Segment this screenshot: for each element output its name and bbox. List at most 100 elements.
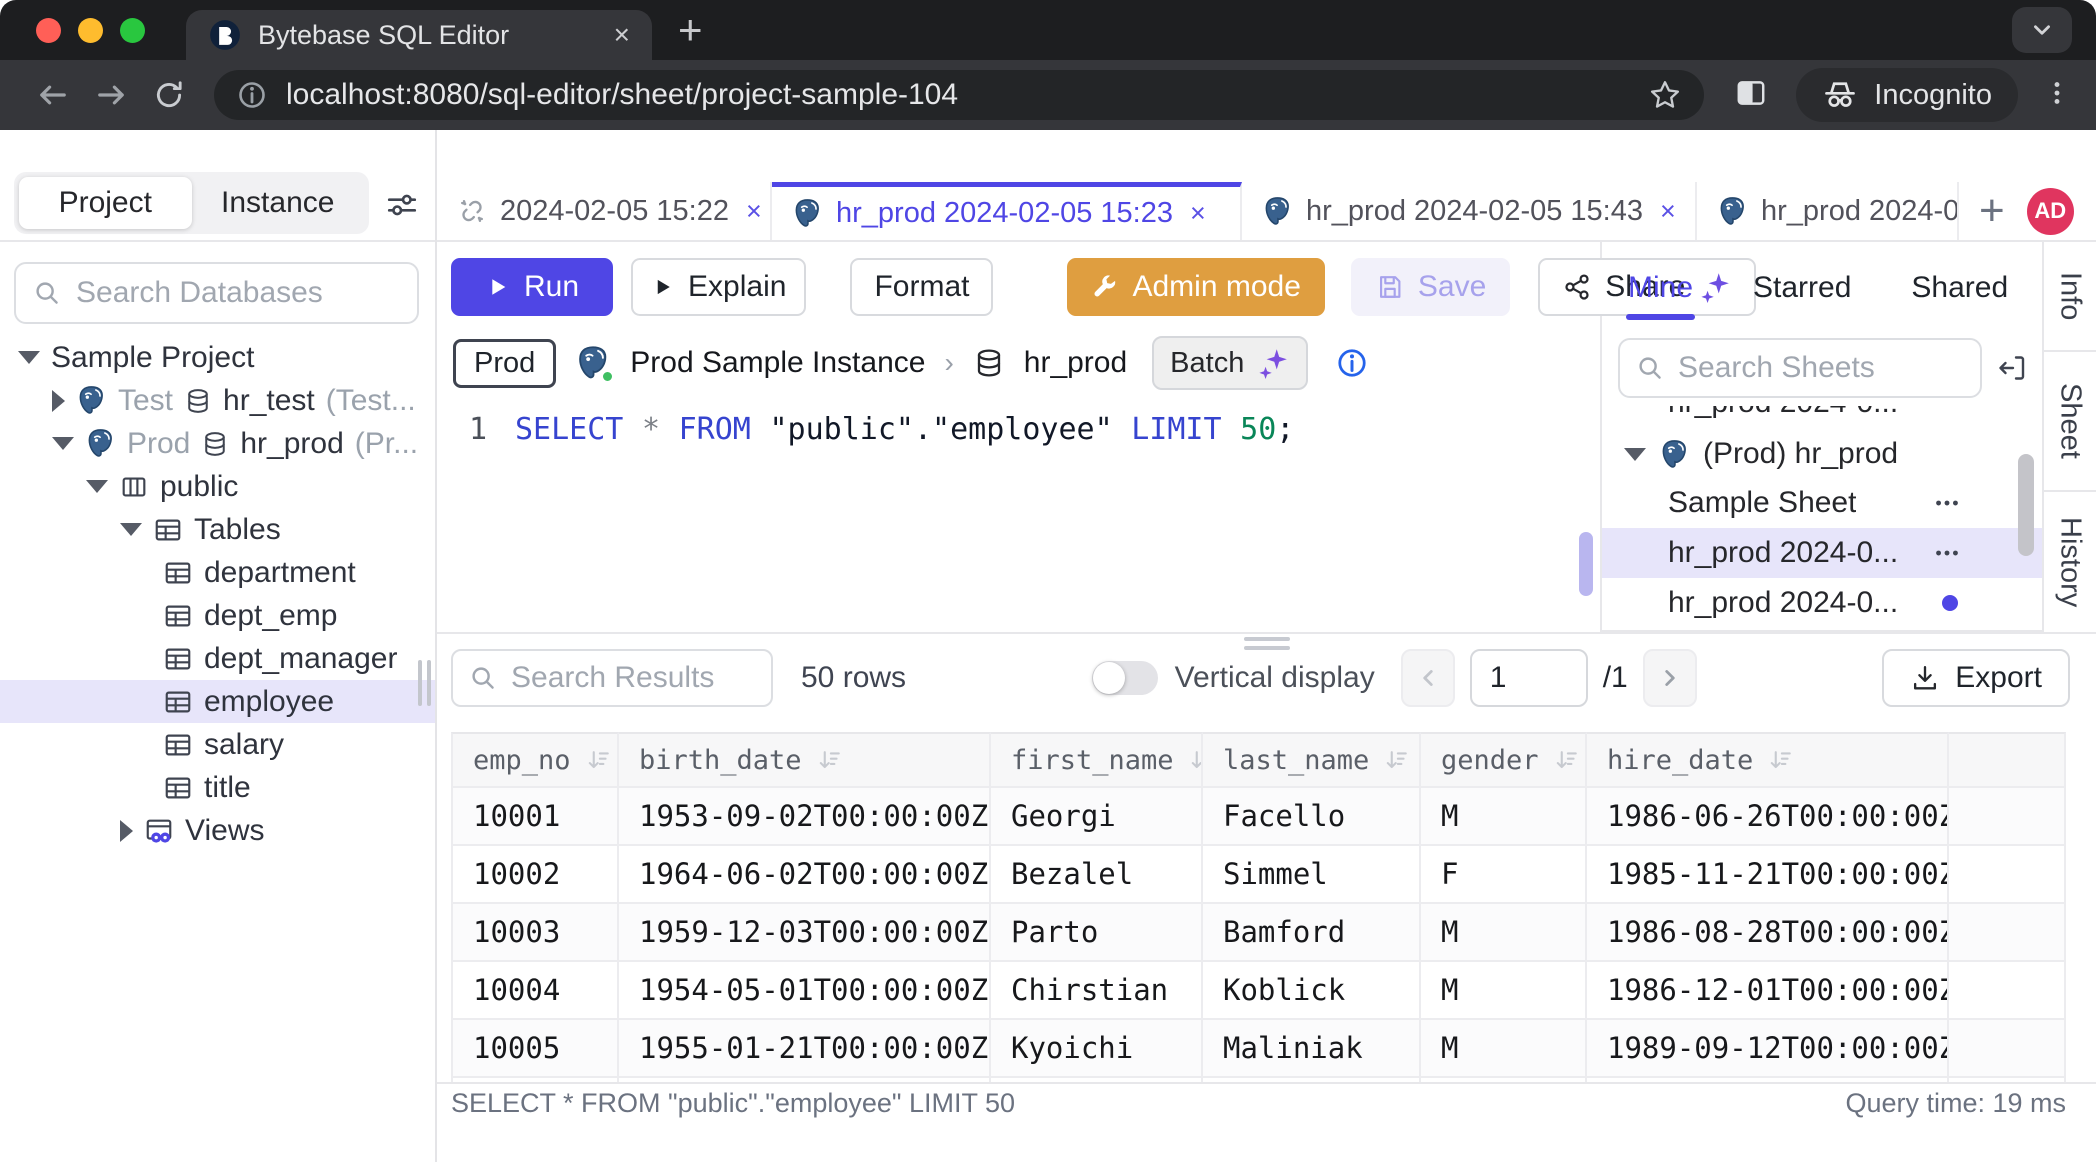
table-cell[interactable]: Parto <box>991 904 1203 962</box>
tree-item-tables-group[interactable]: Tables <box>0 508 435 551</box>
reload-button[interactable] <box>140 78 198 112</box>
sort-icon[interactable] <box>816 746 844 774</box>
sheet-item-selected[interactable]: hr_prod 2024-0... <box>1602 528 2042 578</box>
caret-down-icon[interactable] <box>120 523 142 536</box>
table-cell[interactable]: 1989-09-12T00:00:00Z <box>1587 1020 1949 1078</box>
sheet-item-unsaved-2[interactable]: hr_prod 2024-0... <box>1602 628 2042 630</box>
sheet-tab-4[interactable]: hr_prod 2024-0 <box>1697 182 1959 240</box>
table-cell[interactable]: M <box>1421 904 1587 962</box>
sort-icon[interactable] <box>1767 746 1795 774</box>
sql-code-editor[interactable]: 1 SELECT * FROM "public"."employee" LIMI… <box>437 402 1600 632</box>
admin-mode-button[interactable]: Admin mode <box>1067 258 1324 316</box>
table-cell[interactable]: 1953-04-20T00:00:00Z <box>619 1078 991 1082</box>
sheet-list-scrollbar[interactable] <box>2018 454 2034 556</box>
table-cell[interactable]: M <box>1421 962 1587 1020</box>
collapse-panel-icon[interactable] <box>1996 352 2028 384</box>
url-text[interactable]: localhost:8080/sql-editor/sheet/project-… <box>286 78 1630 112</box>
close-sheet-icon[interactable]: × <box>746 196 762 227</box>
table-cell[interactable]: Kyoichi <box>991 1020 1203 1078</box>
tree-item-views-group[interactable]: Views <box>0 809 435 852</box>
sheet-tab-3[interactable]: hr_prod 2024-02-05 15:43 × <box>1242 182 1697 240</box>
tree-item-salary[interactable]: salary <box>0 723 435 766</box>
table-cell[interactable]: M <box>1421 788 1587 846</box>
filter-settings-icon[interactable] <box>385 188 419 222</box>
tree-item-sample-project[interactable]: Sample Project <box>0 336 435 379</box>
table-cell[interactable]: Bamford <box>1203 904 1421 962</box>
save-button[interactable]: Save <box>1351 258 1510 316</box>
table-cell[interactable]: 10003 <box>451 904 619 962</box>
tree-item-department[interactable]: department <box>0 551 435 594</box>
table-cell[interactable]: Georgi <box>991 788 1203 846</box>
tab-mine[interactable]: Mine <box>1628 271 1693 305</box>
avatar[interactable]: AD <box>2027 188 2074 235</box>
tree-item-dept-emp[interactable]: dept_emp <box>0 594 435 637</box>
tree-item-dept-manager[interactable]: dept_manager <box>0 637 435 680</box>
table-cell[interactable]: 1953-09-02T00:00:00Z <box>619 788 991 846</box>
table-cell[interactable]: Preusig <box>1203 1078 1421 1082</box>
new-sheet-button[interactable]: + <box>1979 186 2005 236</box>
column-header-gender[interactable]: gender <box>1421 732 1587 788</box>
table-cell[interactable]: 1986-06-26T00:00:00Z <box>1587 788 1949 846</box>
forward-button[interactable] <box>82 77 140 113</box>
table-cell[interactable]: 1959-12-03T00:00:00Z <box>619 904 991 962</box>
tab-instance[interactable]: Instance <box>192 177 365 229</box>
more-actions-icon[interactable] <box>1932 488 1962 518</box>
export-button[interactable]: Export <box>1882 649 2070 707</box>
column-header-emp-no[interactable]: emp_no <box>451 732 619 788</box>
database-name[interactable]: hr_prod <box>1024 346 1127 380</box>
sheet-tab-2-active[interactable]: hr_prod 2024-02-05 15:23 × <box>772 182 1242 240</box>
table-cell[interactable]: 10005 <box>451 1020 619 1078</box>
tab-project[interactable]: Project <box>19 177 192 229</box>
sort-icon[interactable] <box>1553 746 1581 774</box>
table-cell[interactable]: 1989-06-02T00:00:00Z <box>1587 1078 1949 1082</box>
tab-shared-with-me[interactable]: Shared w <box>1911 271 2016 305</box>
close-window-button[interactable] <box>36 18 61 43</box>
more-actions-icon[interactable] <box>1932 538 1962 568</box>
column-header-birth-date[interactable]: birth_date <box>619 732 991 788</box>
sidebar-resize-handle[interactable] <box>418 660 431 706</box>
sheet-tab-1[interactable]: 2024-02-05 15:22 × <box>437 182 772 240</box>
tab-search-button[interactable] <box>2012 7 2072 53</box>
table-cell[interactable]: Bezalel <box>991 846 1203 904</box>
tab-info[interactable]: Info <box>2044 242 2096 352</box>
database-search[interactable] <box>14 262 419 324</box>
table-cell[interactable]: 10006 <box>451 1078 619 1082</box>
bookmark-star-icon[interactable] <box>1648 78 1682 112</box>
code-line-1[interactable]: 1 SELECT * FROM "public"."employee" LIMI… <box>437 412 1600 447</box>
table-cell[interactable]: Anneke <box>991 1078 1203 1082</box>
table-cell[interactable]: 10004 <box>451 962 619 1020</box>
caret-down-icon[interactable] <box>1624 448 1646 461</box>
sheet-item-unsaved-1[interactable]: hr_prod 2024-0... <box>1602 578 2042 628</box>
column-header-hire-date[interactable]: hire_date <box>1587 732 1949 788</box>
tree-item-title[interactable]: title <box>0 766 435 809</box>
caret-right-icon[interactable] <box>52 390 65 412</box>
vertical-display-toggle[interactable] <box>1092 661 1158 695</box>
table-cell[interactable]: F <box>1421 1078 1587 1082</box>
sheet-group-hr-prod[interactable]: (Prod) hr_prod <box>1602 430 2042 478</box>
table-cell[interactable]: Facello <box>1203 788 1421 846</box>
info-icon[interactable] <box>1335 346 1369 380</box>
column-header-last-name[interactable]: last_name <box>1203 732 1421 788</box>
table-cell[interactable]: F <box>1421 846 1587 904</box>
tree-item-public-schema[interactable]: public <box>0 465 435 508</box>
table-cell[interactable]: Maliniak <box>1203 1020 1421 1078</box>
zoom-window-button[interactable] <box>120 18 145 43</box>
table-cell[interactable]: 1964-06-02T00:00:00Z <box>619 846 991 904</box>
search-sheets-input[interactable] <box>1678 351 1965 385</box>
close-sheet-icon[interactable]: × <box>1660 196 1676 227</box>
sort-icon[interactable] <box>1383 746 1411 774</box>
caret-down-icon[interactable] <box>18 351 40 364</box>
minimize-window-button[interactable] <box>78 18 103 43</box>
search-databases-input[interactable] <box>76 276 401 310</box>
sort-icon[interactable] <box>585 746 613 774</box>
tab-sheet[interactable]: Sheet <box>2044 352 2096 492</box>
table-cell[interactable]: Koblick <box>1203 962 1421 1020</box>
table-cell[interactable]: 1955-01-21T00:00:00Z <box>619 1020 991 1078</box>
run-button[interactable]: Run <box>451 258 613 316</box>
sheet-item-clipped[interactable]: hr_prod 2024-0... <box>1602 406 2042 430</box>
table-cell[interactable]: 10002 <box>451 846 619 904</box>
table-cell[interactable]: 1954-05-01T00:00:00Z <box>619 962 991 1020</box>
site-info-icon[interactable] <box>236 79 268 111</box>
table-cell[interactable]: 1985-11-21T00:00:00Z <box>1587 846 1949 904</box>
tab-starred[interactable]: Starred <box>1753 271 1851 305</box>
